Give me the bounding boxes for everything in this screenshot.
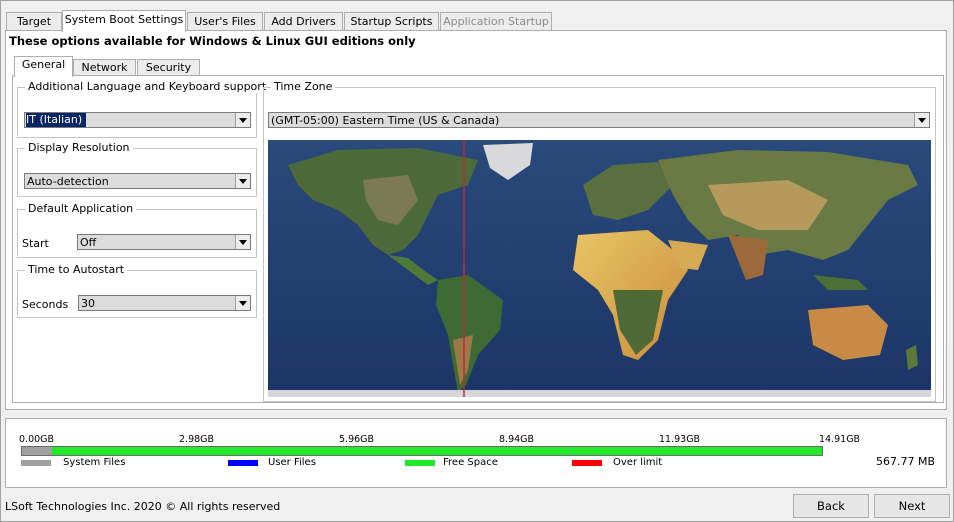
- legend-user-files: User Files: [268, 457, 316, 468]
- legend-over-limit: Over limit: [613, 457, 663, 468]
- display-resolution-value: Auto-detection: [27, 175, 109, 188]
- language-value: IT (Italian): [26, 113, 87, 127]
- display-resolution-legend: Display Resolution: [25, 141, 133, 154]
- legend-free-space: Free Space: [443, 457, 498, 468]
- tab-network[interactable]: Network: [73, 59, 136, 76]
- tab-users-files[interactable]: User's Files: [187, 12, 263, 31]
- tick-label: 8.94GB: [499, 434, 535, 445]
- language-group: Additional Language and Keyboard support…: [17, 80, 270, 138]
- time-zone-value: (GMT-05:00) Eastern Time (US & Canada): [271, 114, 500, 127]
- tab-general[interactable]: General: [14, 56, 73, 77]
- display-resolution-group: Display Resolution Auto-detection: [17, 141, 257, 197]
- time-to-autostart-legend: Time to Autostart: [25, 263, 128, 276]
- tab-security[interactable]: Security: [137, 59, 200, 76]
- next-button[interactable]: Next: [874, 494, 950, 518]
- system-files-segment: [22, 447, 52, 455]
- tab-target[interactable]: Target: [6, 12, 62, 31]
- tab-add-drivers[interactable]: Add Drivers: [264, 12, 343, 31]
- start-value: Off: [80, 236, 97, 249]
- world-map[interactable]: [268, 140, 931, 397]
- back-button[interactable]: Back: [793, 494, 869, 518]
- over-limit-swatch: [572, 460, 602, 466]
- copyright-text: LSoft Technologies Inc. 2020 © All right…: [5, 500, 281, 513]
- tick-label: 2.98GB: [179, 434, 215, 445]
- storage-usage-bar: [21, 446, 823, 456]
- system-files-swatch: [21, 460, 51, 466]
- chevron-down-icon[interactable]: [235, 235, 250, 249]
- default-application-group: Default Application Start Off: [17, 202, 257, 258]
- chevron-down-icon[interactable]: [235, 174, 250, 188]
- total-size: 567.77 MB: [876, 455, 936, 468]
- language-legend: Additional Language and Keyboard support: [25, 80, 270, 93]
- free-space-segment: [52, 447, 822, 455]
- start-label: Start: [22, 237, 49, 250]
- display-resolution-select[interactable]: Auto-detection: [24, 173, 251, 189]
- chevron-down-icon[interactable]: [235, 296, 250, 310]
- tick-label: 0.00GB: [19, 434, 55, 445]
- chevron-down-icon[interactable]: [235, 113, 250, 127]
- tab-application-startup: Application Startup: [440, 12, 552, 31]
- default-application-legend: Default Application: [25, 202, 137, 215]
- legend-system-files: System Files: [63, 457, 126, 468]
- time-zone-select[interactable]: (GMT-05:00) Eastern Time (US & Canada): [268, 112, 930, 128]
- start-select[interactable]: Off: [77, 234, 251, 250]
- editions-banner: These options available for Windows & Li…: [9, 34, 416, 48]
- tab-startup-scripts[interactable]: Startup Scripts: [344, 12, 439, 31]
- seconds-select[interactable]: 30: [78, 295, 251, 311]
- language-select[interactable]: IT (Italian): [24, 112, 251, 128]
- seconds-label: Seconds: [22, 298, 69, 311]
- tick-label: 14.91GB: [819, 434, 861, 445]
- seconds-value: 30: [81, 297, 95, 310]
- time-to-autostart-group: Time to Autostart Seconds 30: [17, 263, 257, 318]
- tick-label: 11.93GB: [659, 434, 701, 445]
- tick-label: 5.96GB: [339, 434, 375, 445]
- free-space-swatch: [405, 460, 435, 466]
- tab-system-boot-settings[interactable]: System Boot Settings: [62, 10, 186, 32]
- user-files-swatch: [228, 460, 258, 466]
- chevron-down-icon[interactable]: [914, 113, 929, 127]
- world-map-image: [268, 140, 931, 397]
- time-zone-legend: Time Zone: [271, 80, 336, 93]
